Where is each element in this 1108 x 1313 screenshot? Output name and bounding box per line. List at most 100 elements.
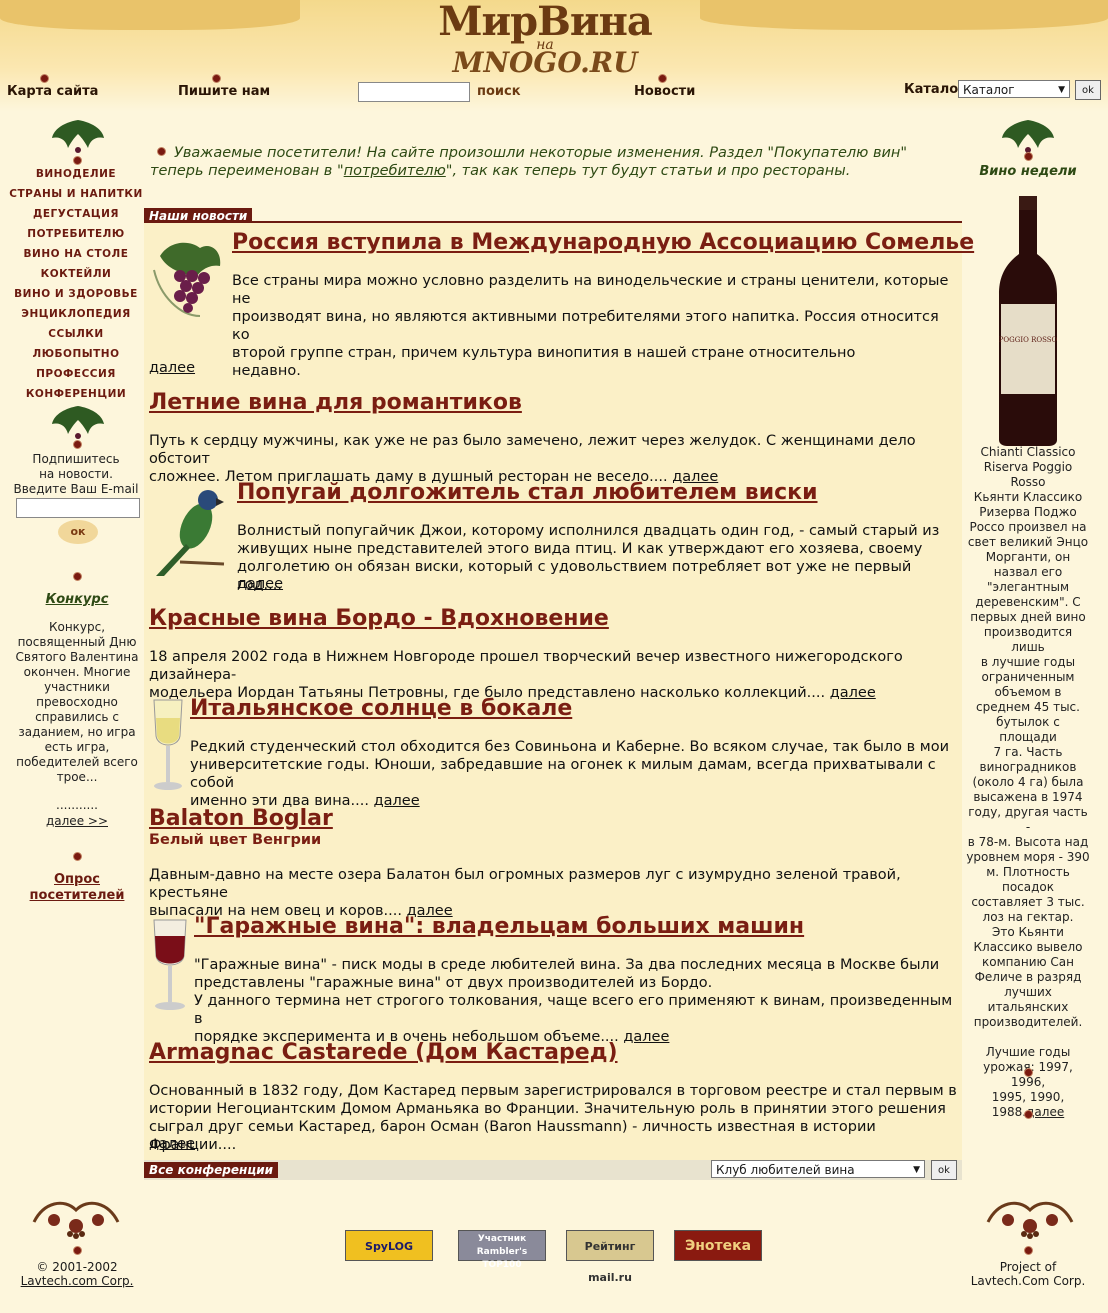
conference-select[interactable]: Клуб любителей вина ▼	[711, 1160, 925, 1178]
footer-right: Project of Lavtech.Com Corp.	[966, 1260, 1090, 1288]
article-title[interactable]: Balaton Boglar	[149, 806, 333, 832]
article-subtitle: Белый цвет Венгрии	[149, 832, 322, 848]
article-title[interactable]: Попугай долгожитель стал любителем виски	[237, 480, 818, 506]
article-more-link[interactable]: далее	[623, 1029, 669, 1045]
wine-line: Кьянти Классико	[973, 490, 1083, 504]
grape-leaf-icon	[52, 406, 104, 439]
nav-item-countries[interactable]: СТРАНЫ И НАПИТКИ	[6, 184, 146, 204]
bullet-icon	[73, 440, 82, 449]
wine-line: Лучшие годы	[985, 1045, 1071, 1059]
nav-item-conferences[interactable]: КОНФЕРЕНЦИИ	[6, 384, 146, 404]
wine-line: виноградников	[979, 760, 1077, 774]
subscribe-ok-button[interactable]: ок	[58, 520, 98, 544]
nav-item-links[interactable]: ССЫЛКИ	[6, 324, 146, 344]
conference-select-value: Клуб любителей вина	[716, 1163, 855, 1177]
subscribe-line1: Подпишитесь	[32, 452, 120, 466]
consumer-link[interactable]: потребителю	[344, 163, 446, 179]
wine-line: объемом в	[994, 685, 1062, 699]
write-us-link[interactable]: Пишите нам	[178, 84, 270, 99]
article-title[interactable]: "Гаражные вина": владельцам больших маши…	[194, 914, 804, 940]
wine-line: итальянских	[987, 1000, 1069, 1014]
nav-item-health[interactable]: ВИНО И ЗДОРОВЬЕ	[6, 284, 146, 304]
wine-line: в 78-м. Высота над	[967, 835, 1089, 849]
company-link[interactable]: Lavtech.com Corp.	[6, 1274, 148, 1288]
search-button[interactable]: поиск	[477, 84, 521, 99]
news-link[interactable]: Новости	[634, 84, 695, 99]
article-title[interactable]: Россия вступила в Международную Ассоциац…	[232, 230, 974, 256]
wine-line: деревенским". С	[975, 595, 1081, 609]
wine-line: году, другая часть -	[968, 805, 1088, 834]
wine-line: первых дней вино	[970, 610, 1086, 624]
wine-line: Ризерва Поджо	[979, 505, 1077, 519]
article-line: представлены "гаражные вина" от двух про…	[194, 975, 713, 991]
header-decor	[700, 0, 1108, 30]
bullet-icon	[73, 572, 82, 581]
grapes-image	[153, 242, 221, 317]
nav-item-curious[interactable]: ЛЮБОПЫТНО	[6, 344, 146, 364]
email-field[interactable]	[16, 498, 140, 518]
poll-line2: посетителей	[29, 888, 125, 903]
wine-line: лучших	[1004, 985, 1052, 999]
nav-item-winemaking[interactable]: ВИНОДЕЛИЕ	[6, 164, 146, 184]
wine-bottle-image[interactable]: POGGIO ROSSO	[993, 194, 1063, 446]
article-line: 18 апреля 2002 года в Нижнем Новгороде п…	[149, 649, 903, 683]
wine-line: среднем 45 тыс.	[976, 700, 1080, 714]
footer-left: © 2001-2002 Lavtech.com Corp.	[6, 1260, 148, 1288]
nav-item-encyclopedia[interactable]: ЭНЦИКЛОПЕДИЯ	[6, 304, 146, 324]
article-title[interactable]: Итальянское солнце в бокале	[190, 696, 572, 722]
contest-line: трое...	[56, 770, 98, 784]
article-more-link[interactable]: далее	[237, 576, 283, 592]
nav-item-profession[interactable]: ПРОФЕССИЯ	[6, 364, 146, 384]
article-line: недавно.	[232, 363, 301, 379]
wine-line: (около 4 га) была	[972, 775, 1084, 789]
rambler-badge[interactable]: Участник Rambler's TOP100	[458, 1230, 546, 1270]
wine-line: м. Плотность	[986, 865, 1070, 879]
conference-ok-button[interactable]: ok	[931, 1160, 957, 1180]
parrot-image	[156, 490, 225, 576]
catalog-ok-button[interactable]: ok	[1075, 80, 1101, 100]
mailru-badge[interactable]: Рейтинг mail.ru	[566, 1230, 654, 1284]
search-input[interactable]	[358, 82, 470, 102]
article-more-link[interactable]: далее	[830, 685, 876, 701]
bullet-icon	[1024, 1068, 1033, 1077]
bullet-icon	[40, 74, 49, 83]
catalog-label: Каталог	[904, 82, 965, 97]
wine-line: Rosso	[1010, 475, 1046, 489]
wine-line: 1988.	[991, 1105, 1027, 1119]
news-header-bar: Наши новости	[144, 205, 962, 224]
wine-line: составляет 3 тыс.	[971, 895, 1085, 909]
subscribe-line3: Введите Ваш E-mail	[13, 482, 139, 496]
article-text: "Гаражные вина" - писк моды в среде люби…	[194, 956, 960, 1046]
article-more-link[interactable]: далее	[374, 793, 420, 809]
sitemap-link[interactable]: Карта сайта	[7, 84, 98, 99]
nav-item-wine-table[interactable]: ВИНО НА СТОЛЕ	[6, 244, 146, 264]
all-conferences-link[interactable]: Все конференции	[144, 1162, 279, 1178]
article-line: университетские годы. Юноши, забредавшие…	[190, 757, 936, 791]
article-more-link[interactable]: далее	[149, 1136, 195, 1152]
catalog-select[interactable]: Каталог ▼	[958, 80, 1070, 98]
article-text: 18 апреля 2002 года в Нижнем Новгороде п…	[149, 648, 959, 702]
article-more-link[interactable]: далее	[149, 360, 195, 376]
nav-item-consumer[interactable]: ПОТРЕБИТЕЛЮ	[6, 224, 146, 244]
contest-link[interactable]: Конкурс	[6, 592, 148, 607]
article-title[interactable]: Красные вина Бордо - Вдохновение	[149, 606, 609, 632]
red-wine-glass-image	[153, 919, 187, 1010]
bullet-icon	[1024, 152, 1033, 161]
spylog-badge[interactable]: SpyLOG	[345, 1230, 433, 1261]
white-wine-glass-image	[153, 699, 183, 790]
article-title[interactable]: Летние вина для романтиков	[149, 390, 522, 416]
grapevine-icon	[32, 1201, 120, 1239]
wine-line: ограниченным	[981, 670, 1075, 684]
nav-item-tasting[interactable]: ДЕГУСТАЦИЯ	[6, 204, 146, 224]
article-title[interactable]: Armagnac Castarede (Дом Кастаред)	[149, 1040, 618, 1066]
contest-more-link[interactable]: далее >>	[6, 814, 148, 829]
poll-link[interactable]: Опрос посетителей	[6, 872, 148, 904]
article-line: Давным-давно на месте озера Балатон был …	[149, 867, 901, 901]
grape-leaf-icon	[1002, 120, 1054, 153]
nav-item-cocktails[interactable]: КОКТЕЙЛИ	[6, 264, 146, 284]
article-line: долголетию он обязан виски, который с уд…	[237, 559, 912, 593]
wine-week-text: Chianti Classico Riserva Poggio Rosso Кь…	[966, 445, 1090, 1120]
enoteka-badge[interactable]: Энотека	[674, 1230, 762, 1261]
wine-line: производителей.	[973, 1015, 1083, 1029]
contest-line: Святого Валентина	[15, 650, 139, 664]
